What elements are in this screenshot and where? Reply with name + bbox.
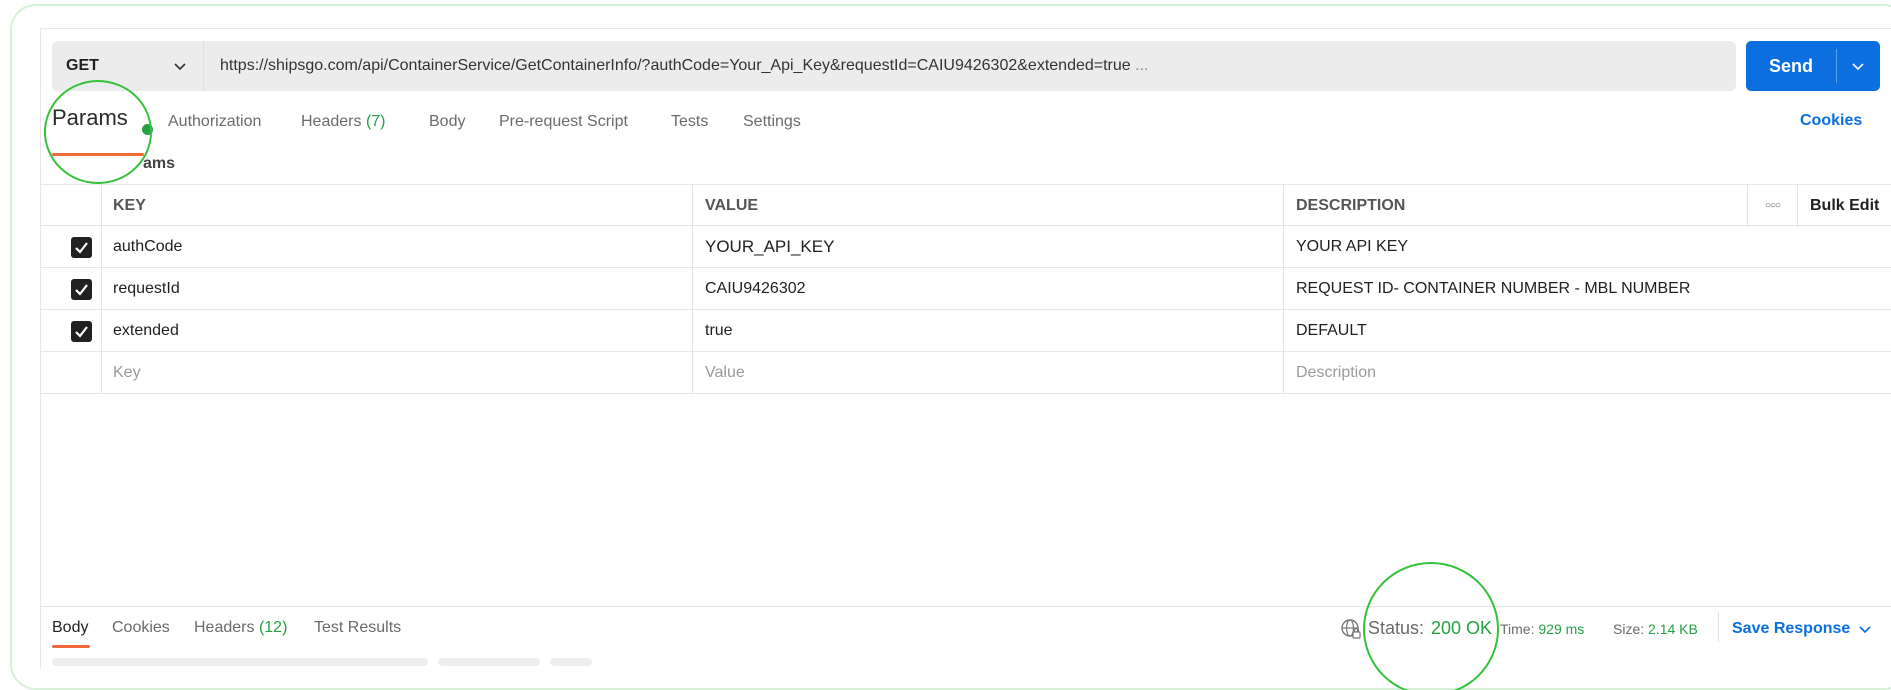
response-meta-divider	[1718, 612, 1719, 642]
highlight-circle-status	[1363, 562, 1499, 690]
url-overflow: ...	[1135, 57, 1149, 74]
checkbox-checked-icon[interactable]	[71, 321, 92, 342]
tab-headers-label: Headers	[301, 113, 362, 130]
query-params-label: ams	[143, 155, 176, 172]
time-value: 929 ms	[1538, 621, 1585, 637]
send-label: Send	[1768, 56, 1813, 76]
table-row-empty: Key Value Description	[41, 352, 1891, 394]
param-key[interactable]: requestId	[101, 268, 692, 310]
more-options-button[interactable]: ○○○	[1747, 185, 1797, 227]
checkbox-checked-icon[interactable]	[71, 279, 92, 300]
table-row: requestId CAIU9426302 REQUEST ID- CONTAI…	[41, 268, 1891, 310]
tab-authorization[interactable]: Authorization	[168, 110, 261, 134]
row-check-cell	[41, 352, 101, 394]
tab-headers[interactable]: Headers (7)	[301, 110, 386, 134]
loading-placeholder	[52, 658, 428, 666]
value-input[interactable]: Value	[692, 352, 1283, 394]
table-header-row: KEY VALUE DESCRIPTION ○○○ Bulk Edit	[41, 184, 1891, 227]
bulk-edit-button[interactable]: Bulk Edit	[1797, 185, 1891, 227]
response-tab-headers-label: Headers	[194, 619, 255, 636]
response-tab-headers[interactable]: Headers (12)	[194, 619, 287, 637]
table-row: extended true DEFAULT	[41, 310, 1891, 352]
response-tab-headers-count: (12)	[258, 619, 288, 636]
save-response-button[interactable]: Save Response	[1732, 620, 1850, 638]
request-bar: GET https://shipsgo.com/api/ContainerSer…	[52, 41, 1736, 91]
globe-lock-icon	[1341, 619, 1361, 639]
size-value: 2.14 KB	[1648, 621, 1698, 637]
row-check-cell	[41, 268, 101, 310]
response-time[interactable]: Time: 929 ms	[1500, 621, 1584, 637]
url-text: https://shipsgo.com/api/ContainerService…	[220, 57, 1131, 74]
response-size[interactable]: Size: 2.14 KB	[1613, 621, 1698, 637]
param-key[interactable]: extended	[101, 310, 692, 352]
send-button[interactable]: Send	[1746, 41, 1880, 91]
tab-body[interactable]: Body	[429, 110, 465, 134]
time-label: Time:	[1500, 621, 1535, 637]
column-header-key: KEY	[101, 185, 692, 227]
method-select[interactable]: GET	[52, 41, 204, 91]
loading-placeholder	[550, 658, 592, 666]
column-header-description: DESCRIPTION	[1283, 185, 1747, 227]
header-check-cell	[41, 185, 101, 227]
send-divider	[1836, 49, 1837, 83]
loading-placeholder	[438, 658, 540, 666]
param-key[interactable]: authCode	[101, 226, 692, 268]
checkbox-checked-icon[interactable]	[71, 237, 92, 258]
tab-tests[interactable]: Tests	[671, 110, 708, 134]
response-tab-test-results[interactable]: Test Results	[314, 619, 401, 637]
response-tab-cookies[interactable]: Cookies	[112, 619, 170, 637]
tab-headers-count: (7)	[365, 113, 386, 130]
method-label: GET	[66, 57, 99, 74]
param-description[interactable]: YOUR API KEY	[1283, 226, 1747, 268]
row-check-cell	[41, 310, 101, 352]
param-value[interactable]: CAIU9426302	[692, 268, 1283, 310]
tab-settings[interactable]: Settings	[743, 110, 801, 134]
column-header-value: VALUE	[692, 185, 1283, 227]
row-check-cell	[41, 226, 101, 268]
chevron-down-icon[interactable]	[1849, 57, 1867, 75]
tab-prerequest-script[interactable]: Pre-request Script	[499, 110, 628, 134]
key-input[interactable]: Key	[101, 352, 692, 394]
chevron-down-icon	[174, 63, 186, 71]
table-row: authCode YOUR_API_KEY YOUR API KEY	[41, 226, 1891, 268]
param-description[interactable]: REQUEST ID- CONTAINER NUMBER - MBL NUMBE…	[1283, 268, 1747, 310]
response-divider	[41, 606, 1891, 607]
response-tab-body[interactable]: Body	[52, 619, 88, 637]
param-value[interactable]: YOUR_API_KEY	[692, 226, 1283, 268]
param-description[interactable]: DEFAULT	[1283, 310, 1747, 352]
cookies-link[interactable]: Cookies	[1800, 112, 1862, 130]
chevron-down-icon[interactable]	[1857, 621, 1873, 637]
size-label: Size:	[1613, 621, 1645, 637]
description-input[interactable]: Description	[1283, 352, 1747, 394]
highlight-circle-params	[44, 80, 152, 184]
more-horizontal-icon: ○○○	[1764, 200, 1781, 211]
response-active-tab-indicator	[52, 645, 90, 648]
param-value[interactable]: true	[692, 310, 1283, 352]
url-input[interactable]: https://shipsgo.com/api/ContainerService…	[220, 41, 1148, 91]
